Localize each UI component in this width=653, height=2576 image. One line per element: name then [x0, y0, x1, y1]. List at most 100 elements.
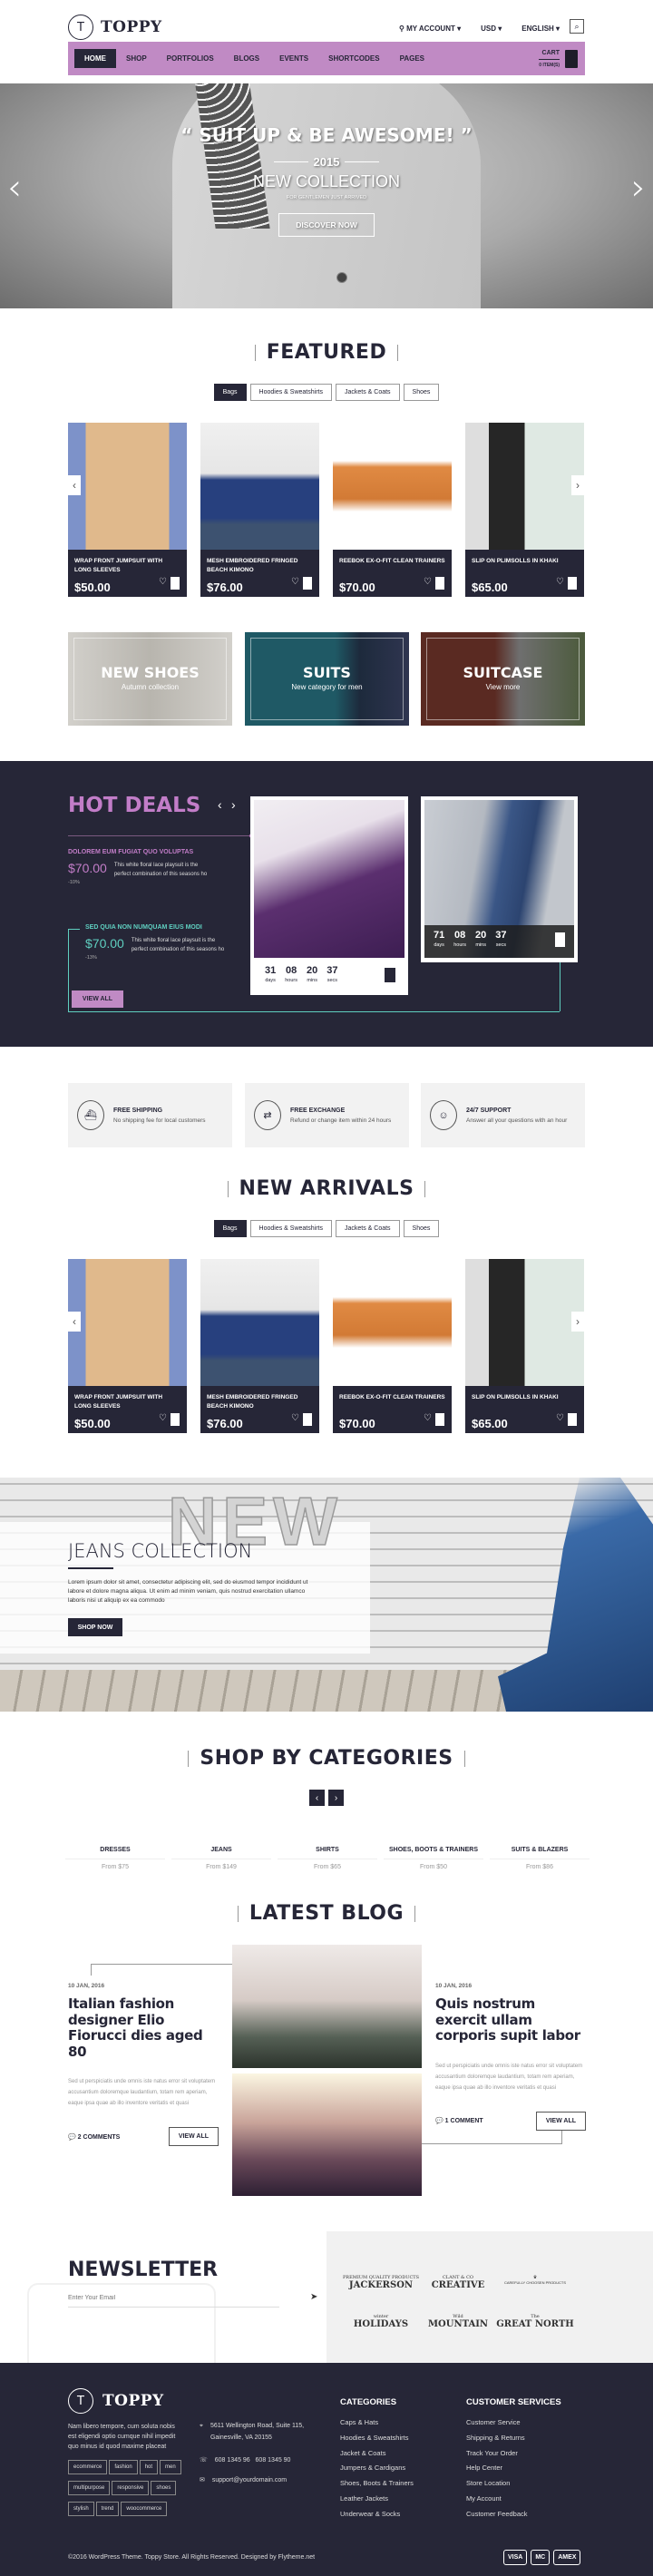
category-item[interactable]: JEANS From $149: [171, 1847, 271, 1870]
hot-deal-card[interactable]: 31 days 08 hours 20 mins 37 secs: [250, 796, 408, 995]
nav-item-portfolios[interactable]: PORTFOLIOS: [157, 49, 224, 68]
add-to-cart-icon[interactable]: [555, 932, 565, 947]
hot-deal-item[interactable]: DOLOREM EUM FUGIAT QUO VOLUPTAS $70.00 -1…: [68, 849, 240, 885]
product-card[interactable]: SLIP ON PLIMSOLLS IN KHAKI $65.00 ♡: [465, 1259, 584, 1433]
add-to-cart-icon[interactable]: [435, 1413, 444, 1426]
carousel-next-arrow[interactable]: ›: [571, 1312, 584, 1332]
hot-deal-item[interactable]: SED QUIA NON NUMQUAM EIUS MODI $70.00 -13…: [85, 924, 258, 961]
product-name[interactable]: WRAP FRONT JUMPSUIT WITH LONG SLEEVES: [74, 557, 180, 577]
product-card[interactable]: REEBOK EX-O-FIT CLEAN TRAINERS $70.00 ♡: [333, 423, 452, 597]
blog-image[interactable]: [232, 2073, 422, 2196]
tab-shoes[interactable]: Shoes: [403, 1220, 440, 1237]
nav-item-pages[interactable]: PAGES: [390, 49, 434, 68]
category-banner[interactable]: SUITS New category for men: [245, 632, 409, 726]
shop-now-button[interactable]: SHOP NOW: [68, 1618, 122, 1636]
product-name[interactable]: MESH EMBROIDERED FRINGED BEACH KIMONO: [207, 1393, 313, 1413]
tab-hoodies-sweatshirts[interactable]: Hoodies & Sweatshirts: [249, 384, 332, 401]
nav-item-blogs[interactable]: BLOGS: [224, 49, 269, 68]
wishlist-heart-icon[interactable]: ♡: [556, 1413, 564, 1426]
tag-link[interactable]: woocommerce: [121, 2502, 168, 2516]
categories-prev[interactable]: ‹: [309, 1790, 325, 1806]
tab-jackets-coats[interactable]: Jackets & Coats: [335, 384, 400, 401]
product-name[interactable]: REEBOK EX-O-FIT CLEAN TRAINERS: [339, 557, 445, 577]
tab-bags[interactable]: Bags: [213, 384, 247, 401]
footer-category-link[interactable]: Shoes, Boots & Trainers: [340, 2479, 414, 2494]
comments-link[interactable]: 💬 1 COMMENT: [435, 2117, 483, 2124]
footer-category-link[interactable]: Underwear & Socks: [340, 2510, 414, 2525]
tag-link[interactable]: fashion: [109, 2460, 138, 2474]
add-to-cart-icon[interactable]: [171, 577, 180, 590]
tag-link[interactable]: responsive: [112, 2481, 150, 2495]
footer-category-link[interactable]: Leather Jackets: [340, 2494, 414, 2510]
wishlist-heart-icon[interactable]: ♡: [291, 577, 299, 590]
brand-logo[interactable]: Wild MOUNTAIN: [417, 2314, 499, 2329]
brand-logo[interactable]: PREMIUM QUALITY PRODUCTS JACKERSON: [340, 2275, 422, 2290]
language-selector[interactable]: ENGLISH ▾: [521, 24, 560, 33]
add-to-cart-icon[interactable]: [385, 968, 395, 982]
site-logo[interactable]: T TOPPY: [68, 15, 162, 40]
view-all-button[interactable]: VIEW ALL: [535, 2111, 586, 2131]
add-to-cart-icon[interactable]: [171, 1413, 180, 1426]
footer-category-link[interactable]: Jumpers & Cardigans: [340, 2464, 414, 2479]
newsletter-email-input[interactable]: [68, 2293, 279, 2308]
cart-button[interactable]: CART 0 ITEM(S): [539, 49, 585, 68]
wishlist-heart-icon[interactable]: ♡: [424, 577, 432, 590]
product-card[interactable]: SLIP ON PLIMSOLLS IN KHAKI $65.00 ♡: [465, 423, 584, 597]
slider-indicator[interactable]: [336, 272, 347, 283]
tag-link[interactable]: hot: [139, 2460, 159, 2474]
carousel-prev-arrow[interactable]: ‹: [68, 475, 81, 495]
category-banner[interactable]: SUITCASE View more: [421, 632, 585, 726]
category-item[interactable]: DRESSES From $75: [65, 1847, 165, 1870]
footer-service-link[interactable]: Shipping & Returns: [466, 2434, 561, 2449]
tab-bags[interactable]: Bags: [213, 1220, 247, 1237]
product-card[interactable]: WRAP FRONT JUMPSUIT WITH LONG SLEEVES $50…: [68, 1259, 187, 1433]
footer-service-link[interactable]: Track Your Order: [466, 2449, 561, 2464]
product-card[interactable]: WRAP FRONT JUMPSUIT WITH LONG SLEEVES $50…: [68, 423, 187, 597]
my-account-menu[interactable]: ⚲ MY ACCOUNT ▾: [399, 24, 461, 33]
category-item[interactable]: SUITS & BLAZERS From $86: [490, 1847, 590, 1870]
brand-logo[interactable]: CLANT & CO CREATIVE: [417, 2275, 499, 2290]
product-name[interactable]: SLIP ON PLIMSOLLS IN KHAKI: [472, 557, 578, 577]
tab-jackets-coats[interactable]: Jackets & Coats: [335, 1220, 400, 1237]
footer-logo[interactable]: T TOPPY: [68, 2388, 164, 2414]
comments-link[interactable]: 💬 2 COMMENTS: [68, 2133, 120, 2141]
product-name[interactable]: REEBOK EX-O-FIT CLEAN TRAINERS: [339, 1393, 445, 1413]
product-name[interactable]: WRAP FRONT JUMPSUIT WITH LONG SLEEVES: [74, 1393, 180, 1413]
blog-post-title[interactable]: Quis nostrum exercit ullam corporis supi…: [435, 1995, 586, 2044]
footer-service-link[interactable]: Customer Feedback: [466, 2510, 561, 2525]
send-icon[interactable]: ➤: [310, 2292, 317, 2302]
carousel-prev-arrow[interactable]: ‹: [68, 1312, 81, 1332]
hot-deals-prev[interactable]: ‹: [218, 797, 222, 812]
category-item[interactable]: SHOES, BOOTS & TRAINERS From $50: [384, 1847, 483, 1870]
hot-deals-next[interactable]: ›: [231, 797, 236, 812]
nav-item-home[interactable]: HOME: [74, 49, 116, 68]
hot-deal-card[interactable]: 71 days 08 hours 20 mins 37 secs: [421, 796, 578, 962]
view-all-button[interactable]: VIEW ALL: [72, 990, 123, 1008]
brand-logo[interactable]: The GREAT NORTH: [494, 2314, 576, 2329]
tag-link[interactable]: stylish: [68, 2502, 94, 2516]
blog-image[interactable]: [232, 1945, 422, 2068]
footer-category-link[interactable]: Hoodies & Sweatshirts: [340, 2434, 414, 2449]
view-all-button[interactable]: VIEW ALL: [168, 2127, 219, 2146]
add-to-cart-icon[interactable]: [435, 577, 444, 590]
product-name[interactable]: MESH EMBROIDERED FRINGED BEACH KIMONO: [207, 557, 313, 577]
product-card[interactable]: REEBOK EX-O-FIT CLEAN TRAINERS $70.00 ♡: [333, 1259, 452, 1433]
wishlist-heart-icon[interactable]: ♡: [424, 1413, 432, 1426]
brand-logo[interactable]: winter HOLIDAYS: [340, 2314, 422, 2329]
tag-link[interactable]: multipurpose: [68, 2481, 111, 2495]
wishlist-heart-icon[interactable]: ♡: [159, 577, 167, 590]
footer-service-link[interactable]: Store Location: [466, 2479, 561, 2494]
footer-service-link[interactable]: Customer Service: [466, 2418, 561, 2434]
add-to-cart-icon[interactable]: [303, 1413, 312, 1426]
tag-link[interactable]: ecommerce: [68, 2460, 108, 2474]
add-to-cart-icon[interactable]: [303, 577, 312, 590]
tag-link[interactable]: trend: [95, 2502, 120, 2516]
tag-link[interactable]: men: [160, 2460, 181, 2474]
discover-now-button[interactable]: DISCOVER NOW: [278, 213, 375, 237]
wishlist-heart-icon[interactable]: ♡: [291, 1413, 299, 1426]
product-card[interactable]: MESH EMBROIDERED FRINGED BEACH KIMONO $76…: [200, 423, 319, 597]
product-name[interactable]: SLIP ON PLIMSOLLS IN KHAKI: [472, 1393, 578, 1413]
brand-logo[interactable]: ♛ CAREFULLY CHOOSEN PRODUCTS: [494, 2275, 576, 2285]
add-to-cart-icon[interactable]: [568, 577, 577, 590]
add-to-cart-icon[interactable]: [568, 1413, 577, 1426]
